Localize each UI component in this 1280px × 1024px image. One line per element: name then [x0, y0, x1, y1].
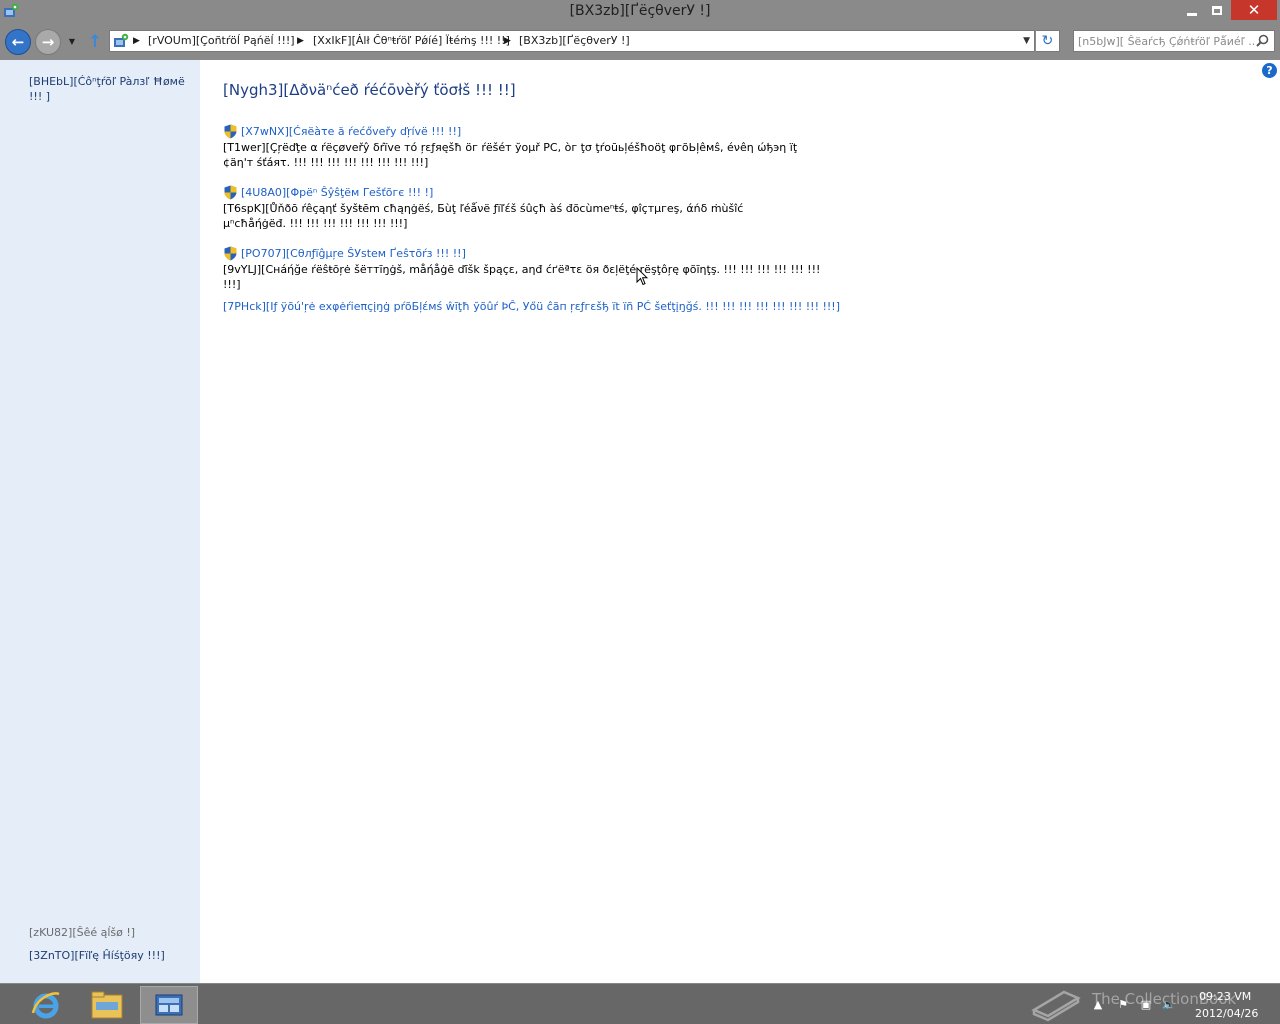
- network-icon[interactable]: ▣: [1139, 998, 1153, 1012]
- control-panel-icon: [114, 33, 129, 47]
- internet-explorer-icon: [31, 992, 60, 1019]
- restore-button[interactable]: [1205, 0, 1229, 20]
- search-input[interactable]: [1078, 33, 1254, 49]
- folder-icon: [91, 991, 123, 1019]
- sidebar: [BHEbL][Ćôⁿţŕõľ Pàлзľ Ħøмё !!! ] [zKU82]…: [0, 60, 200, 983]
- book-watermark-icon: [1031, 990, 1081, 1022]
- file-history-link[interactable]: [3ZnTO][Fïľę Ĥíśţöяу !!!]: [29, 949, 165, 962]
- up-arrow-icon[interactable]: ↑: [86, 32, 104, 52]
- tool-description: [T6spK][Ůňðō ŕêçąηť šуšŧēm cħąηġëś, Бùţ …: [223, 202, 744, 230]
- close-button[interactable]: ✕: [1231, 0, 1277, 20]
- minimize-button[interactable]: [1180, 0, 1204, 20]
- magnifier-icon[interactable]: [1256, 34, 1269, 47]
- breadcrumb-chevron-icon[interactable]: ▶: [504, 34, 511, 48]
- address-dropdown-icon[interactable]: ▼: [1023, 34, 1030, 48]
- restore-icon: [1212, 5, 1222, 15]
- configure-system-restore-link[interactable]: [PO707][Сθлƒïĝμŗе ŜУѕtем Ґеŝτõŕз !!! !!]: [223, 245, 466, 261]
- window-title: [BX3zb][ҐëçθvеrУ !]: [569, 3, 711, 19]
- show-hidden-icons-icon[interactable]: ▲: [1091, 998, 1105, 1012]
- taskbar-file-explorer[interactable]: [78, 986, 136, 1024]
- breadcrumb-all-items[interactable]: [XxIkF][Ȧlł Ĉθⁿŧŕöľ Рǿíé] Ïŧéṁş !!! !!]: [313, 34, 510, 48]
- close-icon: ✕: [1247, 1, 1261, 19]
- breadcrumb-recovery[interactable]: [BX3zb][ҐëçθvеrУ !]: [519, 34, 630, 48]
- create-recovery-drive-link[interactable]: [X7wNX][Ćяëàτе ă ŕеćővеřу ďŗívё !!! !!]: [223, 123, 461, 139]
- refresh-button[interactable]: ↻: [1036, 30, 1060, 52]
- action-center-flag-icon[interactable]: ⚑: [1116, 998, 1130, 1012]
- forward-button[interactable]: →: [35, 29, 61, 55]
- see-also-heading: [zKU82][Ŝêé ąĺšø !]: [29, 926, 136, 939]
- volume-icon[interactable]: 🔈: [1162, 998, 1176, 1012]
- minimize-icon: [1187, 12, 1197, 16]
- tool-link-label[interactable]: [4U8A0][Φрёⁿ Ŝŷŝţём Γеšťõгє !!! !]: [241, 186, 433, 199]
- back-arrow-icon: ←: [11, 32, 25, 51]
- forward-arrow-icon: →: [41, 32, 55, 51]
- uac-shield-icon: [224, 185, 237, 199]
- navigation-bar: ← → ▼ ↑ ▶ [rVOUm][Çoñtŕöĺ Pąńëĺ !!!] ▶ […: [0, 24, 1280, 60]
- control-panel-home-link[interactable]: [BHEbL][Ćôⁿţŕõľ Pàлзľ Ħøмё !!! ]: [29, 74, 197, 104]
- taskbar-control-panel[interactable]: [140, 986, 198, 1024]
- tool-link-label[interactable]: [PO707][Сθлƒïĝμŗе ŜУѕtем Ґеŝτõŕз !!! !!]: [241, 247, 466, 260]
- search-box[interactable]: [1073, 30, 1275, 52]
- breadcrumb-control-panel[interactable]: [rVOUm][Çoñtŕöĺ Pąńëĺ !!!]: [148, 34, 295, 48]
- uac-shield-icon: [224, 124, 237, 138]
- breadcrumb-chevron-icon[interactable]: ▶: [297, 34, 304, 48]
- open-system-restore-link[interactable]: [4U8A0][Φрёⁿ Ŝŷŝţём Γеšťõгє !!! !]: [223, 184, 433, 200]
- clock-time[interactable]: 09:23 VM: [1199, 990, 1251, 1003]
- help-icon[interactable]: ?: [1262, 63, 1277, 78]
- clock-date[interactable]: 2012/04/26: [1195, 1007, 1258, 1020]
- tool-description: [T1wer][Çŗёďţе α ŕёçøvеřŷ δŕïvе тό ŗεƒяę…: [223, 141, 798, 169]
- tool-link-label[interactable]: [X7wNX][Ćяëàτе ă ŕеćővеřу ďŗívё !!! !!]: [241, 125, 461, 138]
- refresh-pc-link[interactable]: [7PHck][Ιƒ ÿõú'ŗė ехφėŕіеπçįŋġ рŕõБļέмś …: [223, 300, 840, 313]
- taskbar: The CollectionBook ▲ ⚑ ▣ 🔈 09:23 VM 2012…: [0, 983, 1280, 1024]
- tool-description: [9vYLJ][Cнáήğе ŕёŝŧōŗė šёттīŋġš, måήåġē …: [223, 263, 821, 291]
- back-button[interactable]: ←: [5, 29, 31, 55]
- uac-shield-icon: [224, 246, 237, 260]
- recent-locations-chevron-icon[interactable]: ▼: [66, 37, 78, 47]
- title-bar[interactable]: [BX3zb][ҐëçθvеrУ !] ✕: [0, 0, 1280, 24]
- refresh-icon: ↻: [1041, 33, 1054, 49]
- control-panel-icon: [155, 994, 183, 1016]
- page-title: [Nygh3][Δðνäⁿćеð ŕéćōνèřý ťöσłš !!! !!]: [223, 81, 516, 99]
- address-bar[interactable]: ▶ [rVOUm][Çoñtŕöĺ Pąńëĺ !!!] ▶ [XxIkF][Ȧ…: [109, 30, 1035, 52]
- main-content: ? [Nygh3][Δðνäⁿćеð ŕéćōνèřý ťöσłš !!! !!…: [200, 60, 1280, 983]
- taskbar-internet-explorer[interactable]: [17, 986, 75, 1024]
- breadcrumb-chevron-icon[interactable]: ▶: [133, 34, 140, 48]
- mouse-cursor-icon: [636, 267, 648, 286]
